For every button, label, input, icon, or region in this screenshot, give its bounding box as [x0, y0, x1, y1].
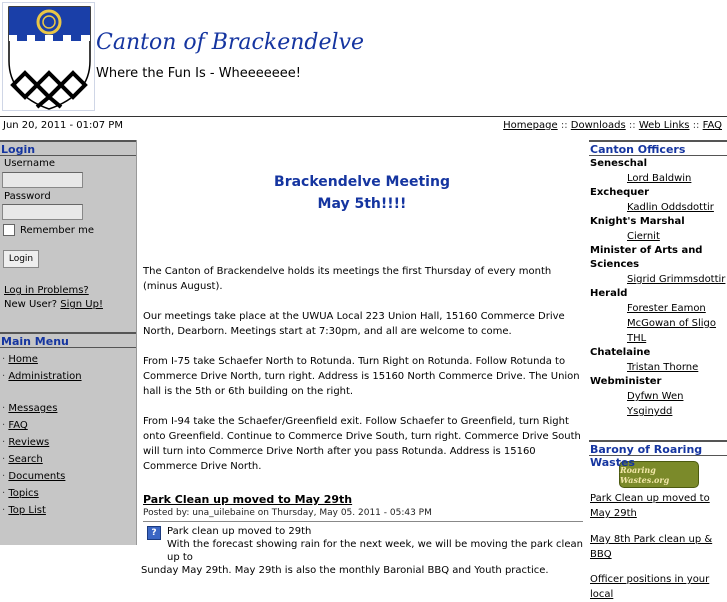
menu-item-top-list[interactable]: · Top List — [0, 502, 136, 519]
officer-link[interactable]: THL — [627, 333, 646, 344]
nav-separator: :: — [692, 120, 700, 131]
login-button[interactable]: Login — [3, 250, 39, 268]
top-nav: Homepage :: Downloads :: Web Links :: FA… — [503, 120, 722, 131]
nav-faq-link[interactable]: FAQ — [703, 120, 722, 131]
menu-link-administration[interactable]: Administration — [8, 371, 81, 382]
shield-icon — [8, 6, 91, 110]
role-exchequer: Exchequer — [590, 187, 650, 198]
new-user-text: New User? — [4, 299, 58, 310]
menu-item-search[interactable]: · Search — [0, 451, 136, 468]
menu-item-messages[interactable]: · Messages — [0, 400, 136, 417]
menu-bullet: · — [2, 354, 6, 365]
barony-title: Barony of Roaring Wastes — [589, 440, 727, 469]
story-body: ? Park clean up moved to 29th With the f… — [143, 522, 587, 564]
role-arts-and-sciences: Minister of Arts and Sciences — [590, 245, 703, 270]
meeting-headline: Brackendelve Meeting May 5th!!!! — [137, 171, 587, 215]
question-topic-icon[interactable]: ? — [147, 526, 161, 540]
menu-spacer — [0, 385, 136, 400]
menu-link-search[interactable]: Search — [8, 454, 42, 465]
menu-bullet: · — [2, 488, 6, 499]
officer-link[interactable]: McGowan of Sligo — [627, 318, 716, 329]
menu-bullet: · — [2, 454, 6, 465]
story-title-link[interactable]: Park Clean up moved to May 29th — [143, 493, 587, 506]
login-problems-link[interactable]: Log in Problems? — [4, 285, 89, 296]
site-title[interactable]: Canton of Brackendelve — [96, 30, 364, 55]
main-content: Brackendelve Meeting May 5th!!!! The Can… — [137, 140, 587, 576]
password-input[interactable] — [2, 204, 83, 220]
role-webminister: Webminister — [590, 376, 662, 387]
menu-item-documents[interactable]: · Documents — [0, 468, 136, 485]
menu-link-messages[interactable]: Messages — [8, 403, 57, 414]
headline-line-1: Brackendelve Meeting — [274, 174, 450, 190]
roaring-wastes-logo[interactable]: Roaring Wastes.org — [619, 461, 699, 488]
site-header: Canton of Brackendelve Where the Fun Is … — [0, 0, 727, 113]
menu-item-faq[interactable]: · FAQ — [0, 417, 136, 434]
officer-link[interactable]: Tristan Thorne — [627, 362, 698, 373]
username-label: Username — [4, 158, 55, 169]
nav-homepage-link[interactable]: Homepage — [503, 120, 558, 131]
menu-bullet: · — [2, 471, 6, 482]
login-block-title: Login — [0, 140, 136, 156]
officer-link[interactable]: Lord Baldwin — [627, 173, 691, 184]
menu-link-reviews[interactable]: Reviews — [8, 437, 49, 448]
story-line-1: Park clean up moved to 29th — [167, 526, 312, 537]
role-knights-marshal: Knight's Marshal — [590, 216, 685, 227]
menu-bullet: · — [2, 371, 6, 382]
menu-bullet: · — [2, 505, 6, 516]
story-line-2: With the forecast showing rain for the n… — [167, 539, 583, 563]
menu-link-top-list[interactable]: Top List — [8, 505, 46, 516]
directions-i94-paragraph: From I-94 take the Schaefer/Greenfield e… — [143, 416, 581, 472]
role-herald: Herald — [590, 288, 628, 299]
directions-i75-paragraph: From I-75 take Schaefer North to Rotunda… — [143, 356, 580, 397]
officer-link[interactable]: Sigrid Grimmsdottir — [627, 274, 725, 285]
officer-link[interactable]: Ciernit — [627, 231, 660, 242]
intro-paragraph: The Canton of Brackendelve holds its mee… — [143, 266, 552, 292]
canton-shield-logo[interactable] — [2, 2, 95, 111]
menu-item-home[interactable]: · Home — [0, 351, 136, 368]
officer-link[interactable]: Forester Eamon — [627, 303, 706, 314]
password-label: Password — [4, 191, 51, 202]
headline-line-2: May 5th!!!! — [317, 196, 407, 212]
menu-link-topics[interactable]: Topics — [8, 488, 38, 499]
main-menu: · Home · Administration · Messages · FAQ… — [0, 351, 136, 519]
current-date: Jun 20, 2011 - 01:07 PM — [3, 120, 123, 131]
remember-me-checkbox[interactable] — [3, 224, 15, 236]
story-meta: Posted by: una_uilebaine on Thursday, Ma… — [143, 508, 432, 518]
officer-link[interactable]: Dyfwn Wen Ysginydd — [627, 391, 683, 417]
nav-separator: :: — [560, 120, 568, 131]
officer-link[interactable]: Kadlin Oddsdottir — [627, 202, 714, 213]
right-sidebar: Canton Officers Seneschal Lord Baldwin E… — [589, 140, 727, 600]
nav-separator: :: — [628, 120, 636, 131]
site-slogan: Where the Fun Is - Wheeeeeee! — [96, 66, 301, 81]
remember-me-label: Remember me — [20, 224, 94, 236]
menu-link-home[interactable]: Home — [8, 354, 38, 365]
menu-bullet: · — [2, 403, 6, 414]
nav-weblinks-link[interactable]: Web Links — [639, 120, 690, 131]
menu-item-administration[interactable]: · Administration — [0, 368, 136, 385]
menu-item-reviews[interactable]: · Reviews — [0, 434, 136, 451]
username-input[interactable] — [2, 172, 83, 188]
barony-news-link[interactable]: Officer positions in your local — [590, 574, 709, 600]
story-line-3: Sunday May 29th. May 29th is also the mo… — [141, 565, 549, 576]
role-chatelaine: Chatelaine — [590, 347, 651, 358]
menu-bullet: · — [2, 420, 6, 431]
remember-me-row: Remember me — [0, 224, 136, 236]
left-sidebar: Login Username Password Remember me Logi… — [0, 140, 137, 545]
officers-list: Seneschal Lord Baldwin Exchequer Kadlin … — [589, 157, 727, 419]
menu-link-faq[interactable]: FAQ — [8, 420, 27, 431]
location-paragraph: Our meetings take place at the UWUA Loca… — [143, 311, 565, 337]
canton-officers-title: Canton Officers — [589, 140, 727, 156]
main-menu-title: Main Menu — [0, 332, 136, 348]
story-text: Park clean up moved to 29th With the for… — [167, 522, 587, 564]
login-links: Log in Problems? New User? Sign Up! — [0, 284, 136, 312]
barony-news-link[interactable]: Park Clean up moved to May 29th — [590, 493, 710, 519]
date-bar: Jun 20, 2011 - 01:07 PM Homepage :: Down… — [0, 117, 727, 137]
menu-bullet: · — [2, 437, 6, 448]
signup-link[interactable]: Sign Up! — [60, 299, 103, 310]
menu-item-topics[interactable]: · Topics — [0, 485, 136, 502]
barony-news-link[interactable]: May 8th Park clean up & BBQ — [590, 534, 712, 560]
menu-link-documents[interactable]: Documents — [8, 471, 65, 482]
nav-downloads-link[interactable]: Downloads — [571, 120, 626, 131]
role-seneschal: Seneschal — [590, 158, 648, 169]
